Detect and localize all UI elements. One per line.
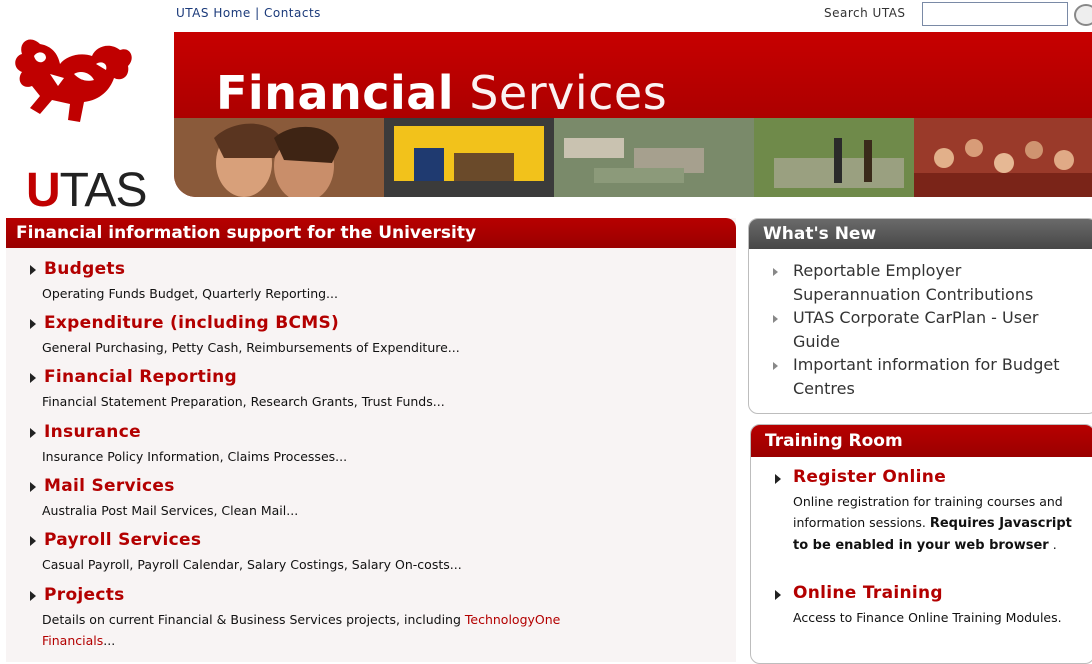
bullet-arrow-icon <box>775 590 781 600</box>
site-banner: Financial Services <box>174 32 1092 197</box>
training-item-description: Online registration for training courses… <box>793 491 1083 556</box>
technologyone-link[interactable]: TechnologyOne <box>465 612 560 627</box>
main-panel: Financial information support for the Un… <box>6 218 736 662</box>
training-item-description: Access to Finance Online Training Module… <box>793 610 1062 625</box>
online-training-link[interactable]: Online Training <box>793 583 943 603</box>
utas-home-link[interactable]: UTAS Home <box>176 6 251 20</box>
top-links-separator: | <box>255 6 260 20</box>
projects-desc-text: Details on current Financial & Business … <box>42 612 465 627</box>
financial-reporting-link[interactable]: Financial Reporting <box>44 367 237 387</box>
bullet-arrow-icon <box>30 373 36 383</box>
top-links: UTAS Home | Contacts <box>176 6 321 20</box>
bullet-triangle-icon <box>773 268 778 276</box>
utas-logo[interactable]: UTAS <box>10 34 147 216</box>
register-online-link[interactable]: Register Online <box>793 467 946 487</box>
budgets-link[interactable]: Budgets <box>44 259 125 279</box>
banner-title-light: Services <box>469 66 668 120</box>
projects-link[interactable]: Projects <box>44 585 125 605</box>
bullet-arrow-icon <box>30 482 36 492</box>
item-description: Casual Payroll, Payroll Calendar, Salary… <box>42 557 462 572</box>
payroll-services-link[interactable]: Payroll Services <box>44 530 201 550</box>
insurance-link[interactable]: Insurance <box>44 422 141 442</box>
whats-new-heading: What's New <box>749 219 1092 249</box>
news-item: UTAS Corporate CarPlan - User Guide <box>773 306 1075 354</box>
bullet-arrow-icon <box>30 319 36 329</box>
bullet-arrow-icon <box>30 428 36 438</box>
logo-rest: TAS <box>59 164 148 217</box>
news-link[interactable]: Important information for Budget Centres <box>775 353 1075 401</box>
projects-desc-end: ... <box>103 633 116 648</box>
item-description: Financial Statement Preparation, Researc… <box>42 394 445 409</box>
item-description: Insurance Policy Information, Claims Pro… <box>42 449 348 464</box>
technologyone-financials-link[interactable]: Financials <box>42 633 103 648</box>
news-link[interactable]: Reportable Employer Superannuation Contr… <box>775 259 1075 307</box>
item-description-cont: Financials... <box>42 633 115 648</box>
news-item: Reportable Employer Superannuation Contr… <box>773 259 1075 307</box>
banner-title-bold: Financial <box>216 66 455 120</box>
mail-services-link[interactable]: Mail Services <box>44 476 175 496</box>
item-description: Details on current Financial & Business … <box>42 612 560 627</box>
search-input[interactable] <box>922 2 1068 26</box>
item-description: Operating Funds Budget, Quarterly Report… <box>42 286 338 301</box>
training-room-heading: Training Room <box>751 425 1092 457</box>
banner-photo-strip <box>174 118 1092 197</box>
bullet-arrow-icon <box>30 536 36 546</box>
news-item: Important information for Budget Centres <box>773 353 1075 401</box>
search-label: Search UTAS <box>824 6 906 20</box>
tasmanian-lion-icon <box>15 39 132 122</box>
register-desc-end: . <box>1052 537 1057 552</box>
banner-title: Financial Services <box>216 66 667 120</box>
bullet-triangle-icon <box>773 362 778 370</box>
contacts-link[interactable]: Contacts <box>264 6 321 20</box>
search-button[interactable] <box>1074 4 1092 26</box>
item-description: General Purchasing, Petty Cash, Reimburs… <box>42 340 460 355</box>
whats-new-box: What's New Reportable Employer Superannu… <box>748 218 1092 414</box>
bullet-arrow-icon <box>30 265 36 275</box>
bullet-arrow-icon <box>775 474 781 484</box>
news-link[interactable]: UTAS Corporate CarPlan - User Guide <box>775 306 1075 354</box>
logo-initial: U <box>26 164 61 217</box>
main-panel-heading: Financial information support for the Un… <box>6 218 736 248</box>
bullet-arrow-icon <box>30 591 36 601</box>
item-description: Australia Post Mail Services, Clean Mail… <box>42 503 299 518</box>
logo-wordmark: UTAS <box>26 164 148 217</box>
training-room-box: Training Room Register Online Online reg… <box>750 424 1092 664</box>
bullet-triangle-icon <box>773 315 778 323</box>
expenditure-link[interactable]: Expenditure (including BCMS) <box>44 313 339 333</box>
